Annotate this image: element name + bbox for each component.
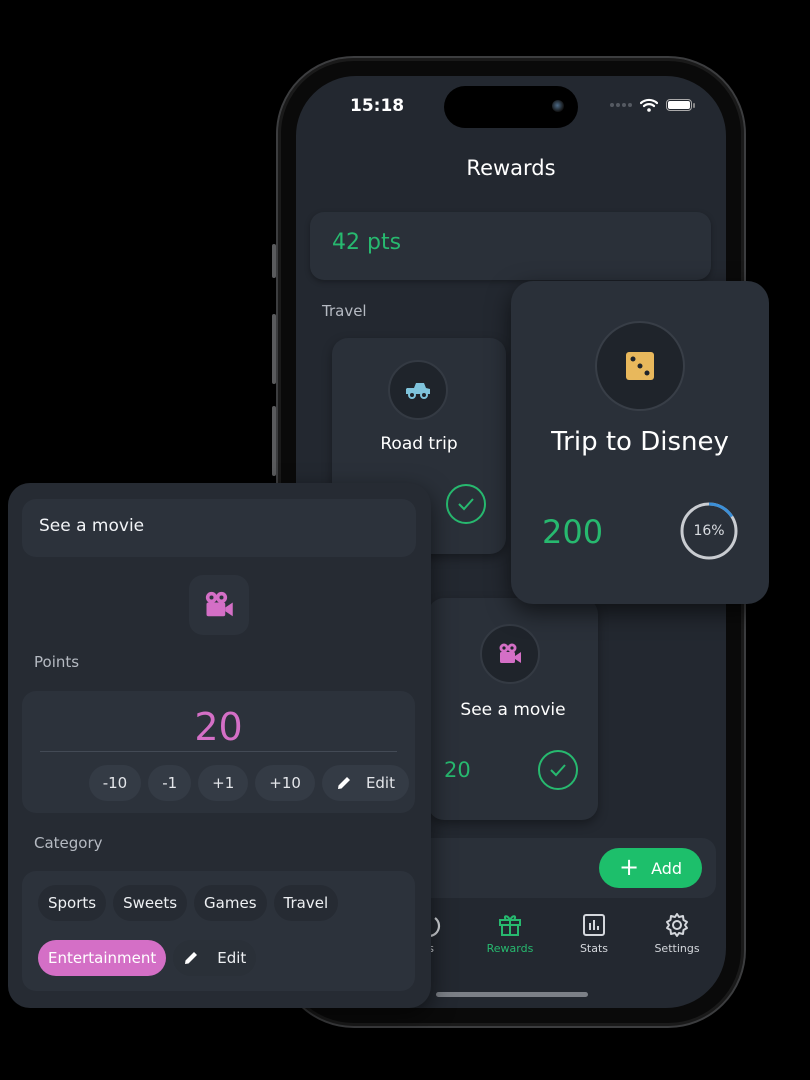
reward-card-see-a-movie[interactable]: See a movie 20	[428, 598, 598, 820]
reward-icon-circle	[388, 360, 448, 420]
edit-categories-button[interactable]: Edit	[173, 940, 257, 976]
points-balance-card: 42 pts	[310, 212, 711, 280]
section-label-travel: Travel	[322, 302, 367, 320]
status-time: 15:18	[350, 96, 405, 116]
check-icon	[458, 498, 474, 511]
featured-reward-card[interactable]: Trip to Disney 200 16%	[511, 281, 769, 604]
pencil-icon	[185, 952, 198, 964]
edit-reward-panel: See a movie Points 20 -10 -1 +1 +10 Edit…	[8, 483, 431, 1008]
reward-name-input[interactable]: See a movie	[22, 499, 416, 557]
edit-label: Edit	[365, 774, 395, 792]
category-chip-games[interactable]: Games	[194, 885, 267, 921]
truck-icon	[406, 383, 430, 399]
progress-label: 16%	[693, 523, 725, 539]
gift-icon	[499, 915, 521, 936]
pencil-icon	[337, 777, 350, 789]
movie-camera-icon	[205, 591, 233, 617]
tab-stats[interactable]: Stats	[554, 912, 634, 955]
edit-label: Edit	[217, 949, 247, 967]
category-chip-entertainment[interactable]: Entertainment	[38, 940, 167, 976]
complete-reward-button[interactable]	[538, 750, 578, 790]
tab-label: Stats	[579, 942, 609, 955]
category-chip-travel[interactable]: Travel	[273, 885, 339, 921]
wifi-icon	[640, 98, 658, 112]
tab-label: Settings	[654, 942, 700, 955]
featured-icon-circle	[595, 321, 685, 411]
minus-10-button[interactable]: -10	[88, 765, 142, 801]
phone-volume-up-button	[272, 314, 276, 384]
icon-picker-button[interactable]	[189, 575, 249, 635]
plus-1-button[interactable]: +1	[198, 765, 249, 801]
category-label: Category	[34, 834, 103, 852]
tab-bar: ks Rewards Stats Set	[396, 912, 726, 972]
chart-icon	[583, 914, 605, 936]
category-chip-sweets[interactable]: Sweets	[113, 885, 188, 921]
dynamic-island	[444, 86, 578, 128]
points-value: 20	[194, 705, 243, 749]
phone-volume-down-button	[272, 406, 276, 476]
minus-1-button[interactable]: -1	[148, 765, 192, 801]
points-balance: 42 pts	[332, 230, 402, 255]
featured-title: Trip to Disney	[551, 427, 729, 457]
category-picker: Sports Sweets Games Travel Entertainment…	[22, 871, 415, 991]
edit-points-button[interactable]: Edit	[321, 765, 409, 801]
status-icons	[610, 98, 695, 112]
home-indicator[interactable]	[436, 992, 588, 997]
add-reward-button[interactable]: + Add	[599, 848, 702, 888]
reward-icon-circle	[480, 624, 540, 684]
reward-points: 20	[444, 758, 471, 782]
plus-icon: +	[618, 853, 640, 881]
dice-icon	[626, 352, 654, 380]
plus-10-button[interactable]: +10	[255, 765, 315, 801]
check-icon	[550, 764, 566, 777]
points-label: Points	[34, 653, 80, 671]
tab-settings[interactable]: Settings	[637, 912, 717, 955]
battery-icon	[666, 99, 695, 111]
page-title: Rewards	[466, 156, 556, 180]
category-chip-sports[interactable]: Sports	[38, 885, 107, 921]
tab-label: Rewards	[486, 942, 534, 955]
reward-title: See a movie	[460, 700, 566, 720]
gear-icon	[666, 913, 688, 937]
points-stepper: -10 -1 +1 +10 Edit	[88, 765, 409, 801]
points-editor: 20 -10 -1 +1 +10 Edit	[22, 691, 415, 813]
progress-ring: 16%	[679, 501, 739, 561]
points-divider	[40, 751, 397, 752]
reward-title: Road trip	[380, 434, 458, 454]
complete-reward-button[interactable]	[446, 484, 486, 524]
movie-camera-icon	[499, 643, 521, 663]
phone-action-button	[272, 244, 276, 278]
featured-points: 200	[542, 513, 604, 551]
camera-icon	[552, 100, 564, 112]
add-button-label: Add	[651, 858, 683, 878]
signal-icon	[610, 103, 632, 107]
tab-rewards[interactable]: Rewards	[470, 912, 550, 955]
